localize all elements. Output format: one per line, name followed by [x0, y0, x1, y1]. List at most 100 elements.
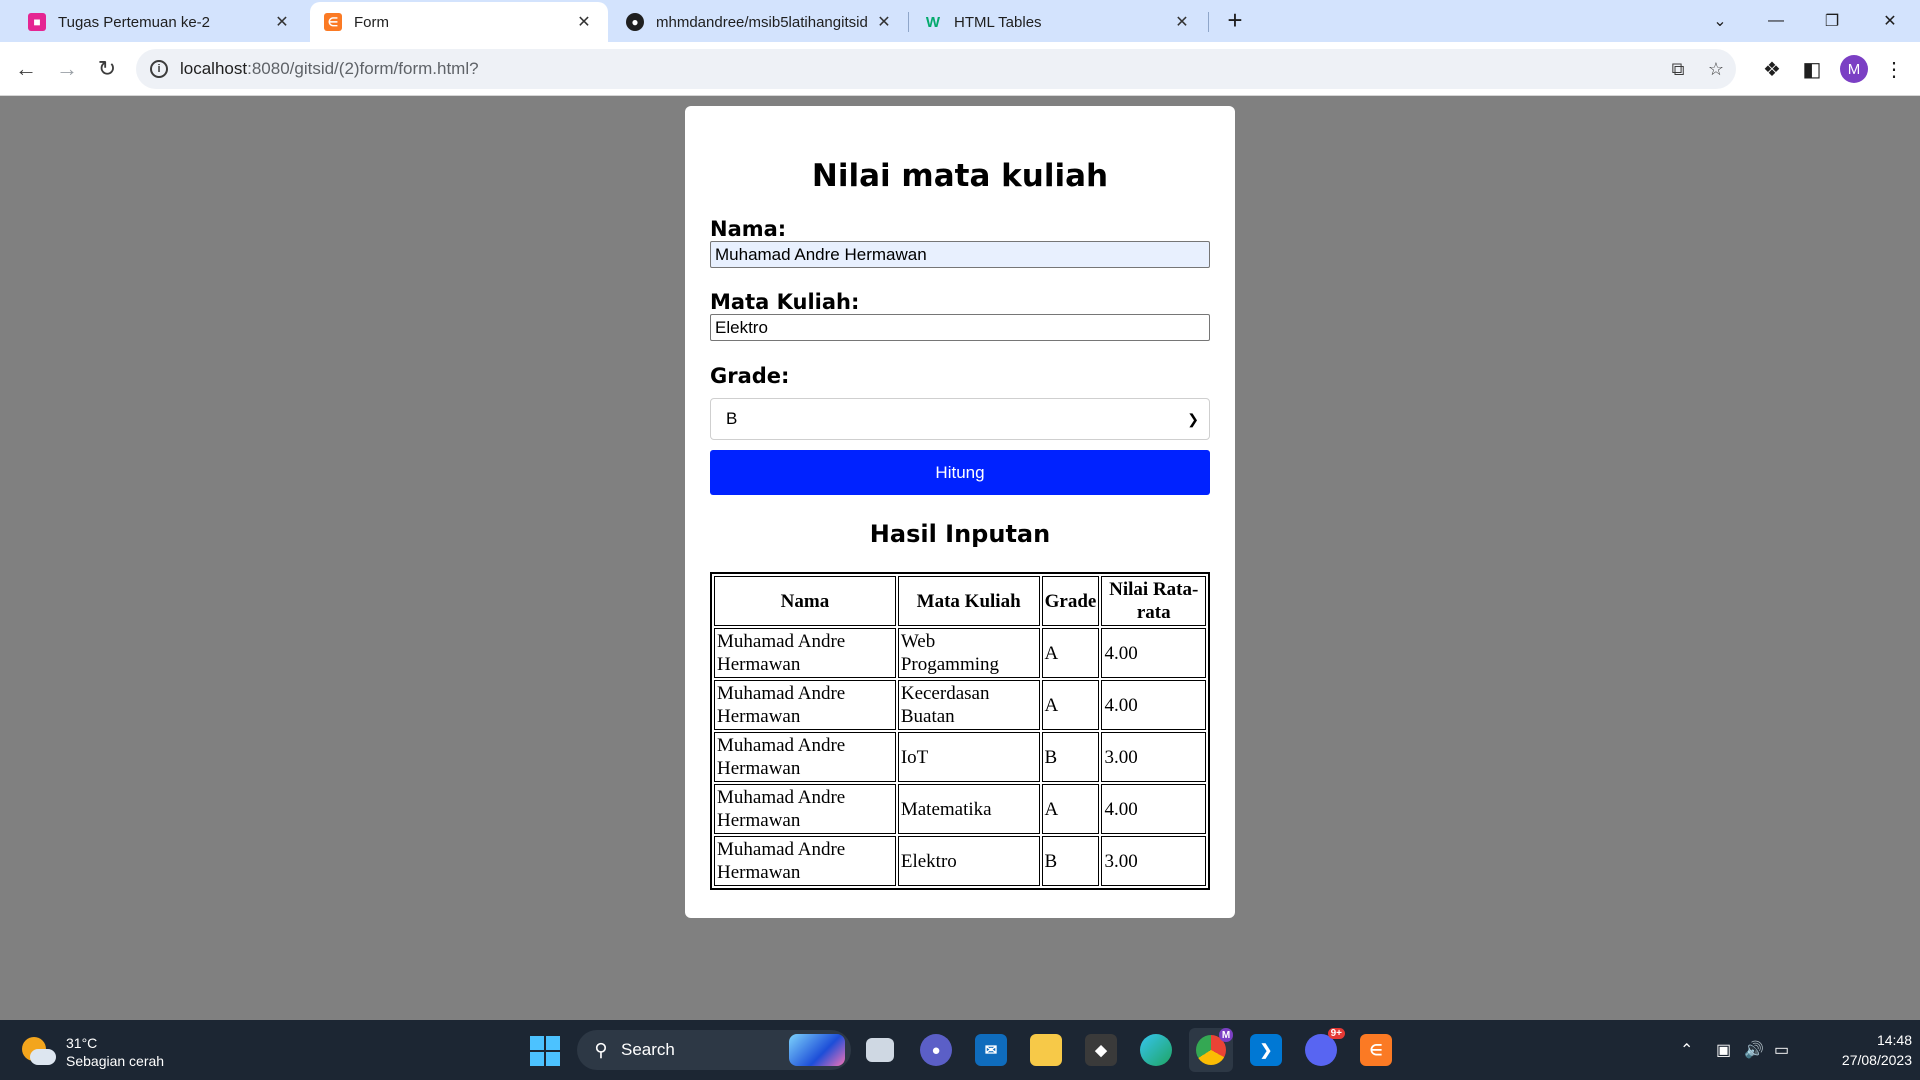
share-icon[interactable]: ⧉ — [1666, 57, 1690, 81]
tab-title: mhmdandree/msib5latihangitsid — [656, 13, 868, 31]
weather-widget[interactable]: 31°C Sebagian cerah — [22, 1034, 164, 1070]
search-highlight-image — [789, 1034, 845, 1066]
teams-chat-icon[interactable]: ● — [920, 1034, 952, 1066]
clock-date: 27/08/2023 — [1841, 1052, 1912, 1068]
tab-separator — [1208, 12, 1209, 32]
mata-kuliah-label: Mata Kuliah: — [710, 290, 860, 314]
cell-mata-kuliah: Elektro — [897, 836, 1040, 886]
battery-icon[interactable]: ▭ — [1774, 1040, 1789, 1060]
tab-search-chevron-icon[interactable]: ⌄ — [1700, 6, 1740, 36]
header-nama: Nama — [714, 576, 896, 626]
table-header-row: Nama Mata Kuliah Grade Nilai Rata-rata — [714, 576, 1206, 626]
grade-selected-value: B — [726, 409, 738, 428]
volume-icon[interactable]: 🔊 — [1744, 1040, 1764, 1060]
address-bar[interactable]: i localhost:8080/gitsid/(2)form/form.htm… — [136, 49, 1736, 89]
discord-icon[interactable]: 9+ — [1305, 1028, 1345, 1066]
task-view-icon[interactable] — [866, 1038, 894, 1062]
site-info-icon[interactable]: i — [150, 60, 168, 78]
cell-nama: Muhamad Andre Hermawan — [714, 680, 896, 730]
cell-grade: B — [1041, 732, 1100, 782]
tab-github[interactable]: ● mhmdandree/msib5latihangitsid ✕ — [612, 2, 908, 42]
url-text: localhost:8080/gitsid/(2)form/form.html? — [180, 59, 479, 79]
cell-nama: Muhamad Andre Hermawan — [714, 628, 896, 678]
xampp-taskbar-icon[interactable]: ∈ — [1360, 1034, 1392, 1066]
close-window-icon[interactable]: ✕ — [1870, 6, 1910, 36]
profile-avatar[interactable]: M — [1840, 55, 1868, 83]
xampp-icon: ∈ — [324, 13, 342, 31]
cell-nilai: 4.00 — [1101, 628, 1206, 678]
url-path: :8080/gitsid/(2)form/form.html? — [247, 59, 479, 78]
cell-nilai: 3.00 — [1101, 732, 1206, 782]
forward-arrow-icon[interactable]: → — [51, 53, 83, 85]
cell-grade: A — [1041, 784, 1100, 834]
show-hidden-icons-chevron-icon[interactable]: ⌃ — [1680, 1040, 1693, 1060]
mata-kuliah-input[interactable]: Elektro — [710, 314, 1210, 341]
chevron-down-icon: ❯ — [1187, 411, 1199, 427]
close-tab-icon[interactable]: ✕ — [874, 12, 894, 32]
unity-icon[interactable]: ◆ — [1085, 1034, 1117, 1066]
chrome-profile-badge: M — [1219, 1028, 1233, 1042]
back-arrow-icon[interactable]: ← — [10, 53, 42, 85]
taskbar-search[interactable]: ⚲ Search — [577, 1030, 851, 1070]
side-panel-icon[interactable]: ◧ — [1798, 55, 1826, 83]
cell-grade: B — [1041, 836, 1100, 886]
table-row: Muhamad Andre Hermawan Kecerdasan Buatan… — [714, 680, 1206, 730]
header-mata-kuliah: Mata Kuliah — [897, 576, 1040, 626]
browser-toolbar: ← → ↻ i localhost:8080/gitsid/(2)form/fo… — [0, 42, 1920, 96]
header-nilai-rata-rata: Nilai Rata-rata — [1101, 576, 1206, 626]
cell-mata-kuliah: Matematika — [897, 784, 1040, 834]
system-clock[interactable]: 14:48 27/08/2023 — [1812, 1030, 1912, 1070]
grade-label: Grade: — [710, 364, 790, 388]
results-title: Hasil Inputan — [869, 520, 1051, 548]
partly-sunny-icon — [22, 1037, 56, 1067]
network-icon[interactable]: ▣ — [1716, 1040, 1731, 1060]
discord-notification-badge: 9+ — [1327, 1028, 1345, 1039]
weather-desc: Sebagian cerah — [66, 1053, 165, 1069]
close-tab-icon[interactable]: ✕ — [574, 12, 594, 32]
windows-taskbar: 31°C Sebagian cerah ⚲ Search ● ✉ ◆ M ❯ 9… — [0, 1020, 1920, 1080]
new-tab-button[interactable]: + — [1222, 7, 1248, 34]
mail-icon[interactable]: ✉ — [975, 1034, 1007, 1066]
cell-nama: Muhamad Andre Hermawan — [714, 732, 896, 782]
table-row: Muhamad Andre Hermawan Matematika A 4.00 — [714, 784, 1206, 834]
close-tab-icon[interactable]: ✕ — [272, 12, 292, 32]
cell-nilai: 3.00 — [1101, 836, 1206, 886]
edge-icon[interactable] — [1140, 1034, 1172, 1066]
chrome-icon[interactable]: M — [1189, 1028, 1233, 1072]
cell-mata-kuliah: Web Progamming — [897, 628, 1040, 678]
tab-tugas-pertemuan[interactable]: ■ Tugas Pertemuan ke-2 ✕ — [14, 2, 306, 42]
results-table: Nama Mata Kuliah Grade Nilai Rata-rata M… — [710, 572, 1210, 890]
tab-title: HTML Tables — [954, 13, 1042, 31]
search-icon: ⚲ — [594, 1039, 608, 1060]
classroom-icon: ■ — [28, 13, 46, 31]
tab-strip: ■ Tugas Pertemuan ke-2 ✕ ∈ Form ✕ ● mhmd… — [0, 0, 1920, 42]
extensions-puzzle-icon[interactable]: ❖ — [1758, 55, 1786, 83]
header-grade: Grade — [1041, 576, 1100, 626]
reload-icon[interactable]: ↻ — [91, 53, 123, 85]
vscode-icon[interactable]: ❯ — [1250, 1034, 1282, 1066]
grade-select[interactable]: B ❯ — [710, 398, 1210, 440]
bookmark-star-icon[interactable]: ☆ — [1704, 57, 1728, 81]
cell-grade: A — [1041, 628, 1100, 678]
w3schools-icon: W — [925, 13, 941, 31]
chrome-menu-icon[interactable]: ⋮ — [1880, 55, 1908, 83]
weather-text: 31°C Sebagian cerah — [66, 1034, 164, 1070]
close-tab-icon[interactable]: ✕ — [1172, 12, 1192, 32]
page-title: Nilai mata kuliah — [811, 158, 1109, 194]
windows-start-icon[interactable] — [530, 1036, 560, 1066]
github-icon: ● — [626, 13, 644, 31]
restore-icon[interactable]: ❐ — [1812, 6, 1852, 36]
file-explorer-icon[interactable] — [1030, 1034, 1062, 1066]
nama-label: Nama: — [710, 217, 787, 241]
minimize-icon[interactable]: — — [1756, 6, 1796, 36]
cell-nama: Muhamad Andre Hermawan — [714, 836, 896, 886]
tab-html-tables[interactable]: W HTML Tables ✕ — [910, 2, 1206, 42]
hitung-button[interactable]: Hitung — [710, 450, 1210, 495]
cell-mata-kuliah: Kecerdasan Buatan — [897, 680, 1040, 730]
tab-form[interactable]: ∈ Form ✕ — [310, 2, 608, 42]
nama-input[interactable]: Muhamad Andre Hermawan — [710, 241, 1210, 268]
cell-nilai: 4.00 — [1101, 784, 1206, 834]
form-card: Nilai mata kuliah Nama: Muhamad Andre He… — [685, 106, 1235, 918]
search-label: Search — [621, 1040, 675, 1059]
weather-temp: 31°C — [66, 1035, 98, 1051]
